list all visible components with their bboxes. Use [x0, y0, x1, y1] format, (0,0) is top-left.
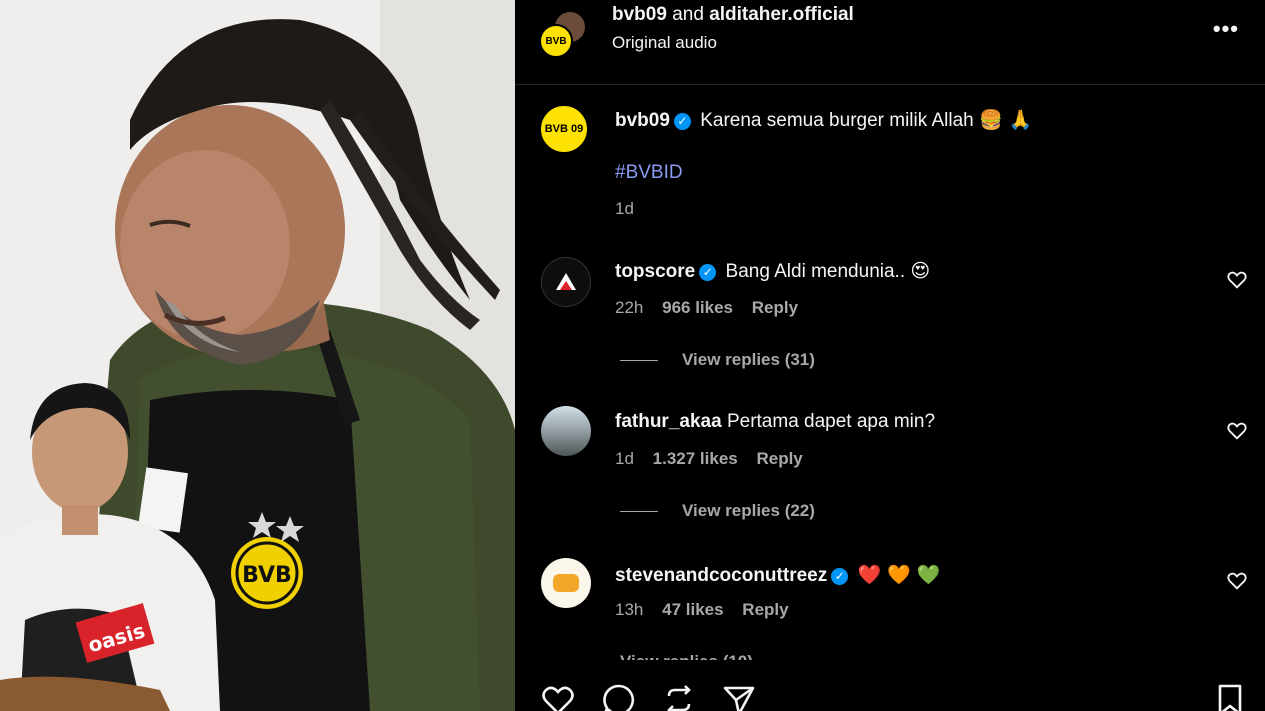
caption-username[interactable]: bvb09 [615, 110, 670, 131]
caption-row: bvb09 ✓ Karena semua burger milik Allah 🍔… [615, 108, 1032, 132]
comment-meta: 22h 966 likes Reply [615, 298, 812, 318]
comment-username[interactable]: topscore [615, 261, 695, 282]
save-icon[interactable] [1212, 682, 1248, 711]
and-text: and [672, 4, 704, 25]
comment-meta: 1d 1.327 likes Reply [615, 449, 817, 469]
avatar[interactable] [541, 558, 591, 608]
author-link[interactable]: alditaher.official [709, 4, 854, 25]
comment-time: 22h [615, 298, 644, 317]
view-replies-button[interactable]: View replies (31) [620, 350, 815, 370]
hashtag-link[interactable]: #BVBID [615, 162, 683, 184]
avatar[interactable]: BVB 09 [539, 104, 589, 154]
reply-button[interactable]: Reply [756, 449, 802, 468]
video-frame[interactable]: BVB oasis [0, 0, 515, 711]
coconut-logo-icon [553, 574, 579, 592]
comment-row: stevenandcoconuttreez ✓ ❤️ 🧡 💚 [615, 563, 941, 587]
comment-likes[interactable]: 1.327 likes [653, 449, 738, 468]
comment-time: 1d [615, 449, 634, 468]
verified-badge-icon: ✓ [699, 264, 717, 281]
video-illustration: BVB oasis [0, 0, 515, 711]
comment-meta: 13h 47 likes Reply [615, 600, 803, 620]
caption-emojis: 🍔 🙏 [979, 109, 1033, 131]
comments-panel: BVB bvb09 and alditaher.official Origina… [515, 0, 1265, 711]
caption-timestamp: 1d [615, 199, 634, 218]
like-icon[interactable] [540, 682, 576, 711]
divider-line [620, 359, 658, 361]
view-replies-button[interactable]: View replies (10) [620, 652, 753, 660]
like-comment-heart-icon[interactable] [1226, 269, 1248, 291]
audio-label[interactable]: Original audio [612, 33, 717, 53]
share-icon[interactable] [721, 682, 757, 711]
comment-emoji: 😍 [910, 260, 931, 282]
comment-emoji: ❤️ 🧡 💚 [857, 564, 941, 586]
verified-badge-icon: ✓ [831, 568, 849, 585]
like-comment-heart-icon[interactable] [1226, 420, 1248, 442]
comment-username[interactable]: fathur_akaa [615, 411, 722, 432]
comment-text: Pertama dapet apa min? [726, 411, 936, 432]
comment-likes[interactable]: 47 likes [662, 600, 723, 619]
verified-badge-icon: ✓ [673, 113, 691, 130]
comment-likes[interactable]: 966 likes [662, 298, 733, 317]
post-header: BVB bvb09 and alditaher.official Origina… [515, 0, 1265, 85]
apron-badge-text: BVB [242, 563, 292, 588]
post-authors: bvb09 and alditaher.official [612, 4, 854, 26]
comment-username[interactable]: stevenandcoconuttreez [615, 565, 827, 586]
topscore-logo-icon [556, 273, 576, 290]
comment-time: 13h [615, 600, 644, 619]
view-replies-button[interactable]: View replies (22) [620, 501, 815, 521]
comment-text: Bang Aldi mendunia.. [725, 261, 906, 282]
repost-icon[interactable] [661, 682, 697, 711]
comment-row: topscore ✓ Bang Aldi mendunia.. 😍 [615, 260, 930, 283]
caption-text: Karena semua burger milik Allah [700, 110, 974, 131]
divider-line [620, 510, 658, 512]
post-action-bar [515, 662, 1265, 711]
more-options-icon[interactable]: ••• [1213, 16, 1239, 42]
like-comment-heart-icon[interactable] [1226, 570, 1248, 592]
reply-button[interactable]: Reply [752, 298, 798, 317]
collab-avatars[interactable]: BVB [539, 12, 585, 58]
avatar: BVB [539, 24, 573, 58]
avatar[interactable] [541, 406, 591, 456]
comment-row: fathur_akaa Pertama dapet apa min? [615, 411, 935, 433]
author-link[interactable]: bvb09 [612, 4, 667, 25]
reply-button[interactable]: Reply [742, 600, 788, 619]
comment-icon[interactable] [601, 682, 637, 711]
avatar[interactable] [541, 257, 591, 307]
